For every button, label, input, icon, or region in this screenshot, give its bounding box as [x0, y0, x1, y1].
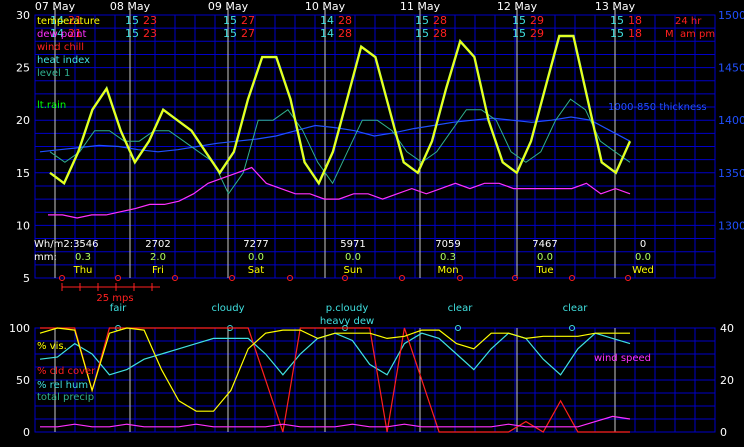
top-legend-item: temperature	[37, 16, 100, 27]
day-low-temp: 15	[415, 14, 429, 27]
day-date-label: 07 May	[35, 0, 76, 13]
day-high-temp: 18	[628, 14, 642, 27]
series-temperature-shadow	[49, 34, 632, 186]
bottom-legend-item: total precip	[37, 392, 94, 403]
day-high-temp-2: 28	[433, 27, 447, 40]
y-tick-right: 1450	[718, 62, 744, 75]
day-energy: 7467	[532, 239, 557, 250]
y-tick-right-bottom: 0	[720, 426, 727, 439]
day-low-temp: 15	[610, 14, 624, 27]
day-date-label: 12 May	[497, 0, 538, 13]
y-tick-right: 1350	[718, 167, 744, 180]
day-energy: 7059	[435, 239, 460, 250]
am-pm-label: am pm	[680, 29, 715, 40]
y-tick-right-bottom: 20	[720, 374, 734, 387]
y-tick-left: 15	[16, 167, 30, 180]
day-low-temp: 15	[223, 14, 237, 27]
day-of-week: Sat	[248, 265, 264, 276]
day-high-temp: 29	[530, 14, 544, 27]
bottom-legend-item: % cld cover	[37, 366, 96, 377]
day-of-week: Tue	[535, 265, 553, 276]
day-energy: 2702	[145, 239, 170, 250]
day-high-temp: 28	[433, 14, 447, 27]
y-tick-left-bottom: 100	[9, 322, 30, 335]
y-tick-left: 20	[16, 114, 30, 127]
day-low-temp-2: 15	[610, 27, 624, 40]
meteogram: 30 25 20 15 10 5 1500 1450 1400 1350 1300 100 50 0 40 2…	[0, 0, 744, 447]
wind-speed-label: wind speed	[594, 353, 651, 364]
day-of-week: Mon	[437, 265, 458, 276]
day-date-label: 10 May	[305, 0, 346, 13]
day-high-temp-2: 29	[530, 27, 544, 40]
day-precip: 0.0	[248, 252, 264, 263]
day-high-temp-2: 18	[628, 27, 642, 40]
y-tick-left: 30	[16, 9, 30, 22]
bottom-legend-item: % rel hum	[37, 380, 88, 391]
day-high-temp: 28	[338, 14, 352, 27]
day-high-temp-2: 23	[143, 27, 157, 40]
day-date-label: 13 May	[595, 0, 636, 13]
heavy-dew-label: heavy dew	[320, 316, 374, 327]
day-precip: 0.0	[345, 252, 361, 263]
day-low-temp: 15	[125, 14, 139, 27]
meteogram-svg: 3025201510515001450140013501300100500402…	[9, 0, 744, 439]
sky-condition-label: fair	[110, 303, 127, 314]
sky-condition-label: clear	[448, 303, 474, 314]
sky-condition-label: cloudy	[212, 303, 245, 314]
y-tick-left: 10	[16, 219, 30, 232]
day-of-week: Thu	[73, 265, 93, 276]
mm-label: mm:	[34, 252, 57, 263]
hr-label: 24 hr	[675, 16, 702, 27]
day-high-temp-2: 28	[338, 27, 352, 40]
y-tick-left-bottom: 50	[16, 374, 30, 387]
top-legend-item: heat index	[37, 55, 90, 66]
day-precip: 2.0	[150, 252, 166, 263]
day-date-label: 11 May	[400, 0, 441, 13]
day-of-week: Wed	[632, 265, 654, 276]
y-tick-right: 1300	[718, 219, 744, 232]
day-low-temp-2: 14	[320, 27, 334, 40]
day-precip: 0.3	[75, 252, 91, 263]
day-high-temp-2: 27	[241, 27, 255, 40]
sky-condition-label: p.cloudy	[326, 303, 369, 314]
day-energy: 5971	[340, 239, 365, 250]
y-tick-left: 5	[23, 272, 30, 285]
day-low-temp-2: 15	[415, 27, 429, 40]
day-of-week: Fri	[152, 265, 164, 276]
day-low-temp-2: 15	[223, 27, 237, 40]
y-tick-right-bottom: 40	[720, 322, 734, 335]
day-high-temp: 27	[241, 14, 255, 27]
day-low-temp-2: 15	[125, 27, 139, 40]
am-pm-marker: M	[665, 29, 674, 40]
y-tick-left-bottom: 0	[23, 426, 30, 439]
day-energy: Wh/m2:3546	[34, 239, 99, 250]
lt-rain-label: lt.rain	[37, 100, 66, 111]
day-precip: 0.0	[537, 252, 553, 263]
sky-condition-label: clear	[563, 303, 589, 314]
day-date-label: 08 May	[110, 0, 151, 13]
y-tick-right: 1500	[718, 9, 744, 22]
y-tick-left: 25	[16, 62, 30, 75]
top-legend-item: wind chill	[37, 42, 84, 53]
day-energy: 7277	[243, 239, 268, 250]
day-low-temp: 14	[320, 14, 334, 27]
day-date-label: 09 May	[208, 0, 249, 13]
y-tick-right: 1400	[718, 114, 744, 127]
top-legend-item: level 1	[37, 68, 70, 79]
top-legend-item: dew point	[37, 29, 86, 40]
bottom-legend-item: % vis.	[37, 341, 67, 352]
day-high-temp: 23	[143, 14, 157, 27]
day-of-week: Sun	[343, 265, 362, 276]
day-precip: 0.3	[440, 252, 456, 263]
day-precip: 0.0	[635, 252, 651, 263]
thickness-label: 1000-850 thickness	[608, 102, 707, 113]
day-low-temp: 15	[512, 14, 526, 27]
day-energy: 0	[640, 239, 646, 250]
day-low-temp-2: 15	[512, 27, 526, 40]
